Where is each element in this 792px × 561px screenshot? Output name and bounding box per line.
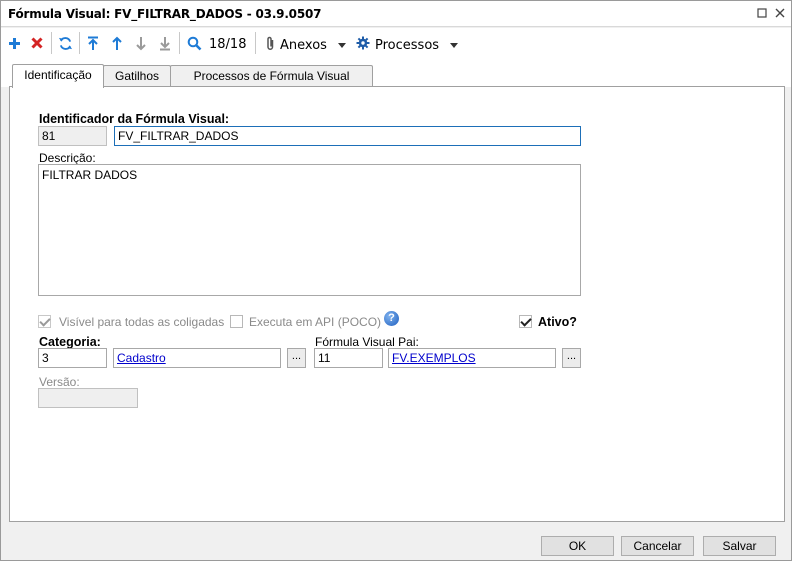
title-bar: Fórmula Visual: FV_FILTRAR_DADOS - 03.9.…	[1, 1, 791, 27]
tab-identificacao[interactable]: Identificação	[12, 64, 104, 88]
anexos-label: Anexos	[280, 38, 327, 53]
window-title: Fórmula Visual: FV_FILTRAR_DADOS - 03.9.…	[8, 7, 322, 21]
ativo-label: Ativo?	[538, 315, 577, 329]
executa-api-checkbox[interactable]	[230, 315, 243, 328]
arrow-up-icon[interactable]	[109, 33, 125, 53]
tab-processos-formula-visual[interactable]: Processos de Fórmula Visual	[170, 65, 373, 87]
identificacao-panel: Identificador da Fórmula Visual: 81 FV_F…	[9, 86, 785, 522]
paperclip-icon	[266, 36, 275, 55]
search-icon[interactable]	[185, 33, 203, 53]
versao-label: Versão:	[39, 375, 80, 389]
plus-icon[interactable]	[5, 33, 23, 53]
arrow-first-icon[interactable]	[85, 33, 101, 53]
tab-gatilhos[interactable]: Gatilhos	[103, 65, 171, 87]
visivel-coligadas-checkbox	[38, 315, 51, 328]
tab-strip: Identificação Gatilhos Processos de Fórm…	[1, 59, 791, 88]
descricao-textarea[interactable]: FILTRAR DADOS	[38, 164, 581, 296]
help-icon[interactable]: ?	[384, 311, 399, 326]
x-icon[interactable]	[28, 33, 46, 53]
gear-icon	[356, 36, 370, 54]
formula-pai-lookup-button[interactable]: ...	[562, 348, 581, 368]
arrow-down-icon	[133, 33, 149, 53]
refresh-icon[interactable]	[56, 33, 74, 53]
close-icon[interactable]	[771, 5, 789, 23]
executa-api-label: Executa em API (POCO)	[249, 315, 382, 329]
toolbar-separator	[255, 32, 256, 54]
id-field: 81	[38, 126, 107, 146]
chevron-down-icon	[450, 42, 459, 48]
processos-label: Processos	[375, 37, 440, 53]
salvar-button[interactable]: Salvar	[703, 536, 776, 556]
formula-name-input[interactable]: FV_FILTRAR_DADOS	[114, 126, 581, 146]
anexos-menu-button[interactable]: Anexos	[266, 36, 346, 55]
toolbar-separator	[179, 32, 180, 54]
toolbar-separator	[79, 32, 80, 54]
ativo-checkbox[interactable]	[519, 315, 532, 328]
categoria-lookup-button[interactable]: ...	[287, 348, 306, 368]
record-counter: 18/18	[209, 37, 247, 52]
processos-menu-button[interactable]: Processos	[356, 36, 459, 54]
arrow-last-icon	[157, 33, 173, 53]
versao-field	[38, 388, 138, 408]
descricao-label: Descrição:	[39, 151, 96, 165]
categoria-code-input[interactable]: 3	[38, 348, 107, 368]
formula-pai-label: Fórmula Visual Pai:	[315, 335, 419, 349]
dialog-window: Fórmula Visual: FV_FILTRAR_DADOS - 03.9.…	[0, 0, 792, 561]
visivel-coligadas-label: Visível para todas as coligadas	[59, 315, 225, 329]
toolbar-separator	[51, 32, 52, 54]
toolbar: 18/18 Anexos Processos	[1, 28, 791, 59]
maximize-icon[interactable]	[753, 5, 771, 23]
formula-pai-code-input[interactable]: 11	[314, 348, 383, 368]
ok-button[interactable]: OK	[541, 536, 614, 556]
categoria-link[interactable]: Cadastro	[113, 348, 281, 368]
formula-pai-link[interactable]: FV.EXEMPLOS	[388, 348, 556, 368]
identificador-label: Identificador da Fórmula Visual:	[39, 112, 230, 126]
cancelar-button[interactable]: Cancelar	[621, 536, 694, 556]
categoria-label: Categoria:	[39, 335, 101, 349]
chevron-down-icon	[337, 43, 346, 48]
